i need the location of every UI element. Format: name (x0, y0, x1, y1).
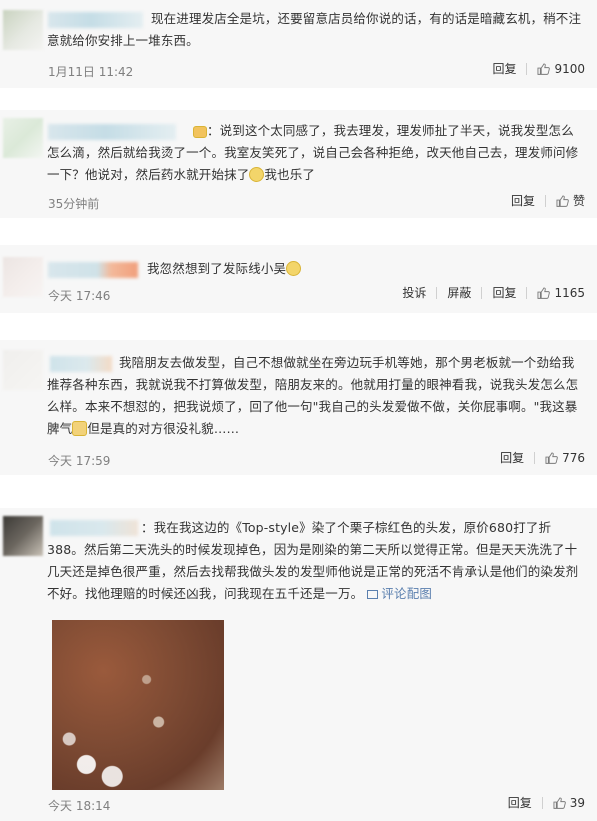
comment-card: ：说到这个太同感了，我去理发，理发师扯了半天，说我发型怎么怎么滴，然后就给我烫了… (0, 110, 597, 218)
comment-card: 现在进理发店全是坑，还要留意店员给你说的话，有的话是暗藏玄机，稍不注意就给你安排… (0, 0, 597, 88)
comment-text: 我陪朋友去做发型，自己不想做就坐在旁边玩手机等她，那个男老板就一个劲给我推荐各种… (47, 355, 579, 436)
like-count: 776 (562, 451, 585, 465)
like-button[interactable]: 1165 (526, 287, 585, 299)
like-button[interactable]: 776 (534, 452, 585, 464)
comment-card: 我陪朋友去做发型，自己不想做就坐在旁边玩手机等她，那个男老板就一个劲给我推荐各种… (0, 340, 597, 475)
comment-actions: 投诉 屏蔽 回复 1165 (392, 287, 585, 299)
avatar[interactable] (3, 516, 43, 556)
comment-actions: 回复 赞 (501, 195, 585, 207)
comment-actions: 回复 776 (490, 452, 585, 464)
reply-button[interactable]: 回复 (481, 287, 526, 299)
avatar[interactable] (3, 350, 43, 390)
like-count: 39 (569, 796, 585, 810)
comment-photo[interactable] (52, 620, 224, 790)
like-count: 9100 (554, 62, 585, 76)
comment-actions: 回复 39 (498, 797, 585, 809)
reply-button[interactable]: 回复 (501, 195, 545, 207)
comment-image-link[interactable]: 评论配图 (367, 586, 432, 601)
comment-text: 现在进理发店全是坑，还要留意店员给你说的话，有的话是暗藏玄机，稍不注意就给你安排… (47, 11, 582, 48)
thumbs-up-icon (553, 797, 566, 809)
comment-time: 35分钟前 (48, 197, 100, 211)
like-button[interactable]: 9100 (526, 63, 585, 75)
avatar[interactable] (3, 118, 43, 158)
comment-time: 今天 17:59 (48, 454, 111, 468)
reply-button[interactable]: 回复 (490, 452, 534, 464)
thumbs-up-icon (556, 195, 569, 207)
smile-emoji-icon (286, 261, 302, 276)
comment-text: ：说到这个太同感了，我去理发，理发师扯了半天，说我发型怎么怎么滴，然后就给我烫了… (47, 123, 579, 182)
block-button[interactable]: 屏蔽 (436, 287, 481, 299)
comment-time: 今天 18:14 (48, 799, 111, 813)
thumbs-up-icon (537, 287, 550, 299)
avatar[interactable] (3, 10, 43, 50)
comment-card: 我忽然想到了发际线小吴 今天 17:46 投诉 屏蔽 回复 1165 (0, 245, 597, 313)
angry-emoji-icon (72, 421, 88, 436)
avatar[interactable] (3, 257, 43, 297)
laughing-emoji-icon (249, 167, 265, 182)
comment-time: 今天 17:46 (48, 289, 111, 303)
reply-button[interactable]: 回复 (482, 63, 526, 75)
thumbs-up-icon (545, 452, 558, 464)
report-button[interactable]: 投诉 (392, 287, 436, 299)
comment-actions: 回复 9100 (482, 63, 585, 75)
reply-button[interactable]: 回复 (498, 797, 542, 809)
like-button[interactable]: 39 (541, 796, 585, 810)
like-count: 1165 (554, 286, 585, 300)
comment-text: 我忽然想到了发际线小吴 (47, 258, 585, 280)
crown-icon (193, 126, 207, 138)
like-label: 赞 (572, 194, 585, 208)
comment-text: ：我在我这边的《Top-style》染了个栗子棕红色的头发，原价680打了折38… (47, 520, 579, 601)
image-icon (367, 590, 379, 599)
comment-time: 1月11日 11:42 (48, 65, 134, 79)
thumbs-up-icon (537, 63, 550, 75)
like-button[interactable]: 赞 (544, 194, 585, 208)
